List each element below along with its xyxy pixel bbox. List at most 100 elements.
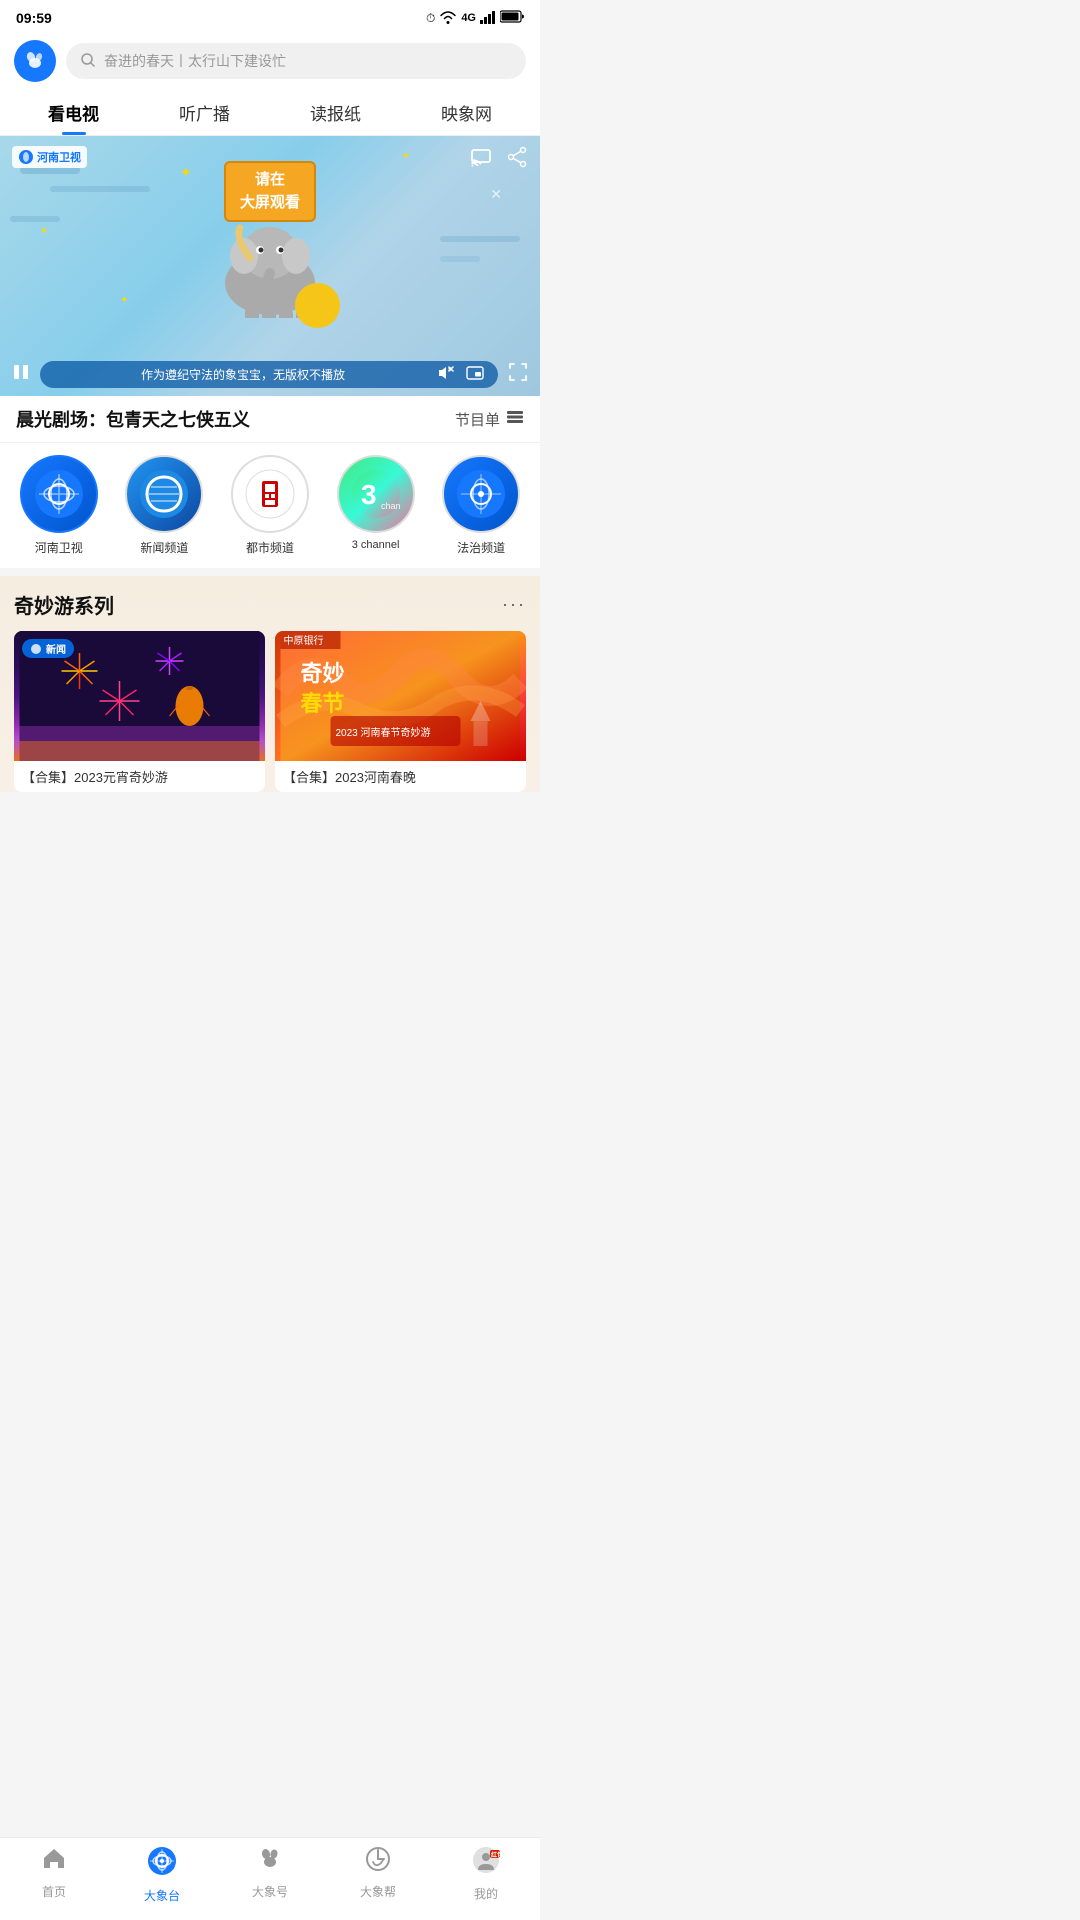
channel-name-fazhi: 法治频道 [457,539,505,556]
section-header: 奇妙游系列 ··· [14,590,526,619]
channel-logo-news [125,455,203,533]
program-title: 晨光剧场：包青天之七侠五义 [16,406,250,432]
card-1[interactable]: 新闻 【合集】2023元宵奇妙游 [14,631,265,792]
channel-logo-henan [20,455,98,533]
nav-daxianghao[interactable]: 大象号 [240,1846,300,1904]
wifi-icon [439,10,457,27]
svg-text:2023 河南春节奇妙游: 2023 河南春节奇妙游 [336,726,431,739]
nav-home-label: 首页 [42,1883,66,1900]
video-bottom-controls: 作为遵纪守法的象宝宝，无版权不播放 [0,353,540,396]
nav-daxiangtai-label: 大象台 [144,1887,180,1904]
program-info: 晨光剧场：包青天之七侠五义 节目单 [0,396,540,442]
subtitle-bar: 作为遵纪守法的象宝宝，无版权不播放 [40,361,498,388]
tab-yingxiang[interactable]: 映象网 [401,88,532,135]
channel-logo-fazhi [442,455,520,533]
card-thumb-festival: 奇妙 春节 2023 河南春节奇妙游 中原银行 [275,631,526,761]
tab-radio[interactable]: 听广播 [139,88,270,135]
channel-logo-dushi [231,455,309,533]
nav-daxiangbang[interactable]: 大象帮 [348,1846,408,1904]
share-icon[interactable] [506,146,528,174]
section-title: 奇妙游系列 [14,590,114,619]
card-label-1: 【合集】2023元宵奇妙游 [14,761,265,792]
card-label-2: 【合集】2023河南春晚 [275,761,526,792]
pause-button[interactable] [12,363,30,386]
signal-bars [480,10,496,27]
channel-logo-ch3: 3 channel [337,455,415,533]
header: 奋进的春天丨太行山下建设忙 [0,32,540,88]
channel-item-fazhi[interactable]: 法治频道 [442,455,520,556]
bottom-nav: 首页 大象台 大象号 [0,1837,540,1920]
sparkle3: ✦ [40,226,48,237]
channel-item-henan[interactable]: 河南卫视 [20,455,98,556]
tab-paper[interactable]: 读报纸 [270,88,401,135]
qimiaoyou-section: 奇妙游系列 ··· [0,576,540,792]
channel-item-news[interactable]: 新闻频道 [125,455,203,556]
nav-daxianghao-label: 大象号 [252,1883,288,1900]
daxiangbang-icon [365,1846,391,1879]
card-2[interactable]: 奇妙 春节 2023 河南春节奇妙游 中原银行 【合集】2023河南春晚 [275,631,526,792]
bottom-spacer [0,792,540,872]
channel-name-ch3: 3 channel [352,539,400,551]
svg-text:channel: channel [381,501,401,511]
schedule-btn[interactable]: 节目单 [455,409,524,430]
pip-icon[interactable] [466,366,484,383]
video-player[interactable]: ✦ ✦ ✦ ✦ 河南卫视 请在大屏观看 [0,136,540,396]
svg-text:中原银行: 中原银行 [284,634,324,647]
channel-list: 河南卫视 新闻频道 都市频道 [0,442,540,568]
mine-icon: 红包 [472,1846,500,1881]
svg-text:春节: 春节 [301,691,345,716]
home-icon [41,1846,67,1879]
card-thumb-fireworks: 新闻 [14,631,265,761]
channel-name-news: 新闻频道 [140,539,188,556]
cards-row: 新闻 【合集】2023元宵奇妙游 [14,631,526,792]
yellow-circle [295,283,340,328]
svg-text:奇妙: 奇妙 [301,661,345,686]
sign-board: 请在大屏观看 [224,161,316,222]
search-placeholder: 奋进的春天丨太行山下建设忙 [104,51,286,71]
festival-svg: 奇妙 春节 2023 河南春节奇妙游 中原银行 [275,631,526,761]
nav-home[interactable]: 首页 [24,1846,84,1904]
video-controls-top [470,146,528,174]
deco-line2 [50,186,150,192]
app-logo[interactable] [14,40,56,82]
schedule-icon [506,410,524,428]
cast-icon[interactable] [470,146,492,174]
channel-item-ch3[interactable]: 3 channel 3 channel [337,455,415,556]
section-more-btn[interactable]: ··· [502,594,526,615]
schedule-label: 节目单 [455,409,500,430]
sparkle2: ✦ [402,151,410,162]
channel-name-henan: 河南卫视 [35,539,83,556]
tab-tv[interactable]: 看电视 [8,88,139,135]
close-overlay-btn[interactable]: ✕ [490,186,502,203]
subtitle-text: 作为遵纪守法的象宝宝，无版权不播放 [54,366,432,383]
elephant-illustration: 请在大屏观看 [190,161,350,323]
deco-line5 [440,256,480,262]
volume-muted-icon[interactable] [438,366,456,383]
channel-name-label: 河南卫视 [37,149,81,165]
elephant-body-area [190,218,350,323]
status-time: 09:59 [16,10,52,26]
search-bar[interactable]: 奋进的春天丨太行山下建设忙 [66,43,526,79]
sparkle4: ✦ [120,295,128,306]
search-icon [80,52,96,71]
video-channel-logo: 河南卫视 [12,146,87,168]
deco-line4 [440,236,520,242]
nav-daxiangbang-label: 大象帮 [360,1883,396,1900]
nav-mine[interactable]: 红包 我的 [456,1846,516,1904]
status-bar: 09:59 ⏱ 4G [0,0,540,32]
signal-4g: 4G [461,12,476,24]
channel-name-dushi: 都市频道 [246,539,294,556]
nav-tabs: 看电视 听广播 读报纸 映象网 [0,88,540,136]
status-icons: ⏱ 4G [426,10,524,27]
nav-mine-label: 我的 [474,1885,498,1902]
app-badge-1: 新闻 [22,639,74,658]
channel-item-dushi[interactable]: 都市频道 [231,455,309,556]
daxiangtai-icon [147,1846,177,1883]
svg-text:红包: 红包 [491,1851,500,1859]
daxianghao-icon [257,1846,283,1879]
deco-line3 [10,216,60,222]
fullscreen-icon[interactable] [508,362,528,387]
nav-daxiangtai[interactable]: 大象台 [132,1846,192,1904]
battery-icon [500,10,524,26]
svg-text:3: 3 [361,479,377,510]
